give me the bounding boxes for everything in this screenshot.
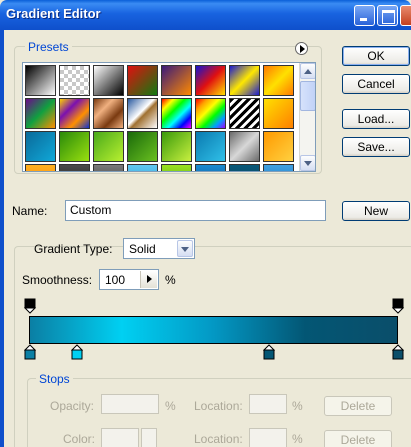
preset-swatch-teal-gradient[interactable] [195, 131, 226, 162]
minimize-button[interactable] [354, 5, 375, 26]
name-label: Name: [12, 204, 48, 218]
preset-swatch-blue-deep[interactable] [195, 164, 226, 171]
preset-swatch-green-yellow[interactable] [161, 131, 192, 162]
window-border [0, 30, 4, 447]
location-label-color: Location: [194, 432, 243, 446]
preset-swatch-orange-bottom[interactable] [25, 164, 56, 171]
gradient-type-label: Gradient Type: [34, 242, 113, 256]
color-swatch-field[interactable] [101, 428, 139, 447]
smoothness-unit: % [165, 273, 176, 287]
preset-swatch-orange-light[interactable] [263, 131, 294, 162]
preset-swatch-green-light[interactable] [93, 131, 124, 162]
location-field-color[interactable] [249, 428, 287, 447]
opacity-stop-0[interactable] [23, 298, 37, 314]
color-stop-2[interactable] [262, 344, 276, 360]
color-stop-1[interactable] [70, 344, 84, 360]
presets-label: Presets [25, 40, 72, 54]
preset-swatch-lime[interactable] [161, 164, 192, 171]
color-label: Color: [63, 432, 96, 446]
title-bar: Gradient Editor [0, 0, 411, 30]
presets-swatch-area [22, 62, 316, 172]
preset-swatch-yellow-violet-orange-blue[interactable] [59, 98, 90, 129]
maximize-button[interactable] [377, 5, 398, 26]
name-field[interactable]: Custom [65, 200, 326, 221]
save-button[interactable]: Save... [342, 137, 410, 157]
color-stop-0[interactable] [23, 344, 37, 360]
preset-swatch-yellow-orange[interactable] [263, 98, 294, 129]
scroll-down-icon[interactable] [300, 155, 315, 171]
preset-swatch-steel-gray[interactable] [229, 131, 260, 162]
close-button[interactable] [400, 5, 411, 26]
smoothness-label: Smoothness: [22, 273, 93, 287]
delete-color-button[interactable]: Delete [324, 430, 392, 447]
preset-swatch-red-green[interactable] [127, 65, 158, 96]
opacity-unit: % [165, 399, 176, 413]
gradient-type-value: Solid [129, 242, 156, 256]
location-unit-opacity: % [292, 399, 303, 413]
preset-swatch-transparent-stripes[interactable] [229, 98, 260, 129]
preset-swatch-violet-green-orange[interactable] [25, 98, 56, 129]
opacity-label: Opacity: [50, 399, 95, 413]
gradient-type-select[interactable]: Solid [123, 238, 195, 259]
preset-swatch-transparent-rainbow[interactable] [195, 98, 226, 129]
delete-opacity-button[interactable]: Delete [324, 396, 392, 416]
chevron-down-icon[interactable] [177, 240, 193, 257]
preset-swatch-violet-orange[interactable] [161, 65, 192, 96]
stops-label: Stops [36, 372, 73, 386]
preset-swatch-dark-gray[interactable] [59, 164, 90, 171]
load-button[interactable]: Load... [342, 109, 410, 129]
preset-swatch-black-white-fade[interactable] [93, 65, 124, 96]
preset-swatch-orange-yellow-orange[interactable] [263, 65, 294, 96]
scroll-up-icon[interactable] [300, 63, 315, 79]
preset-swatch-transparent-checker[interactable] [59, 65, 90, 96]
smoothness-value: 100 [105, 273, 126, 287]
presets-menu-icon[interactable] [295, 42, 308, 55]
preset-swatch-green-dark[interactable] [127, 131, 158, 162]
ok-button[interactable]: OK [342, 46, 410, 66]
preset-swatch-chrome[interactable] [127, 98, 158, 129]
preset-swatch-light-blue[interactable] [127, 164, 158, 171]
cancel-button[interactable]: Cancel [342, 74, 410, 94]
opacity-stop-1[interactable] [391, 298, 405, 314]
preset-swatch-blue-light[interactable] [263, 164, 294, 171]
color-stop-3[interactable] [391, 344, 405, 360]
color-arrow-icon[interactable] [141, 428, 157, 447]
location-unit-color: % [292, 432, 303, 446]
preset-swatch-spectrum[interactable] [161, 98, 192, 129]
preset-swatch-black-white[interactable] [25, 65, 56, 96]
preset-swatch-blue-yellow-blue[interactable] [229, 65, 260, 96]
gradient-preview-bar[interactable] [29, 316, 398, 344]
preset-swatch-gray-black[interactable] [93, 164, 124, 171]
smoothness-arrow-icon[interactable] [140, 271, 157, 288]
scroll-thumb[interactable] [300, 81, 315, 111]
location-field-opacity[interactable] [249, 394, 287, 414]
opacity-field[interactable] [101, 394, 159, 414]
location-label-opacity: Location: [194, 399, 243, 413]
preset-swatch-copper[interactable] [93, 98, 124, 129]
preset-swatch-teal-dark[interactable] [229, 164, 260, 171]
preset-swatch-green-gradient[interactable] [59, 131, 90, 162]
presets-scrollbar[interactable] [299, 63, 315, 171]
preset-swatch-blue-red-yellow[interactable] [195, 65, 226, 96]
new-button[interactable]: New [342, 201, 410, 221]
preset-swatch-blue-teal[interactable] [25, 131, 56, 162]
smoothness-field[interactable]: 100 [99, 269, 159, 290]
window-title: Gradient Editor [6, 6, 101, 21]
